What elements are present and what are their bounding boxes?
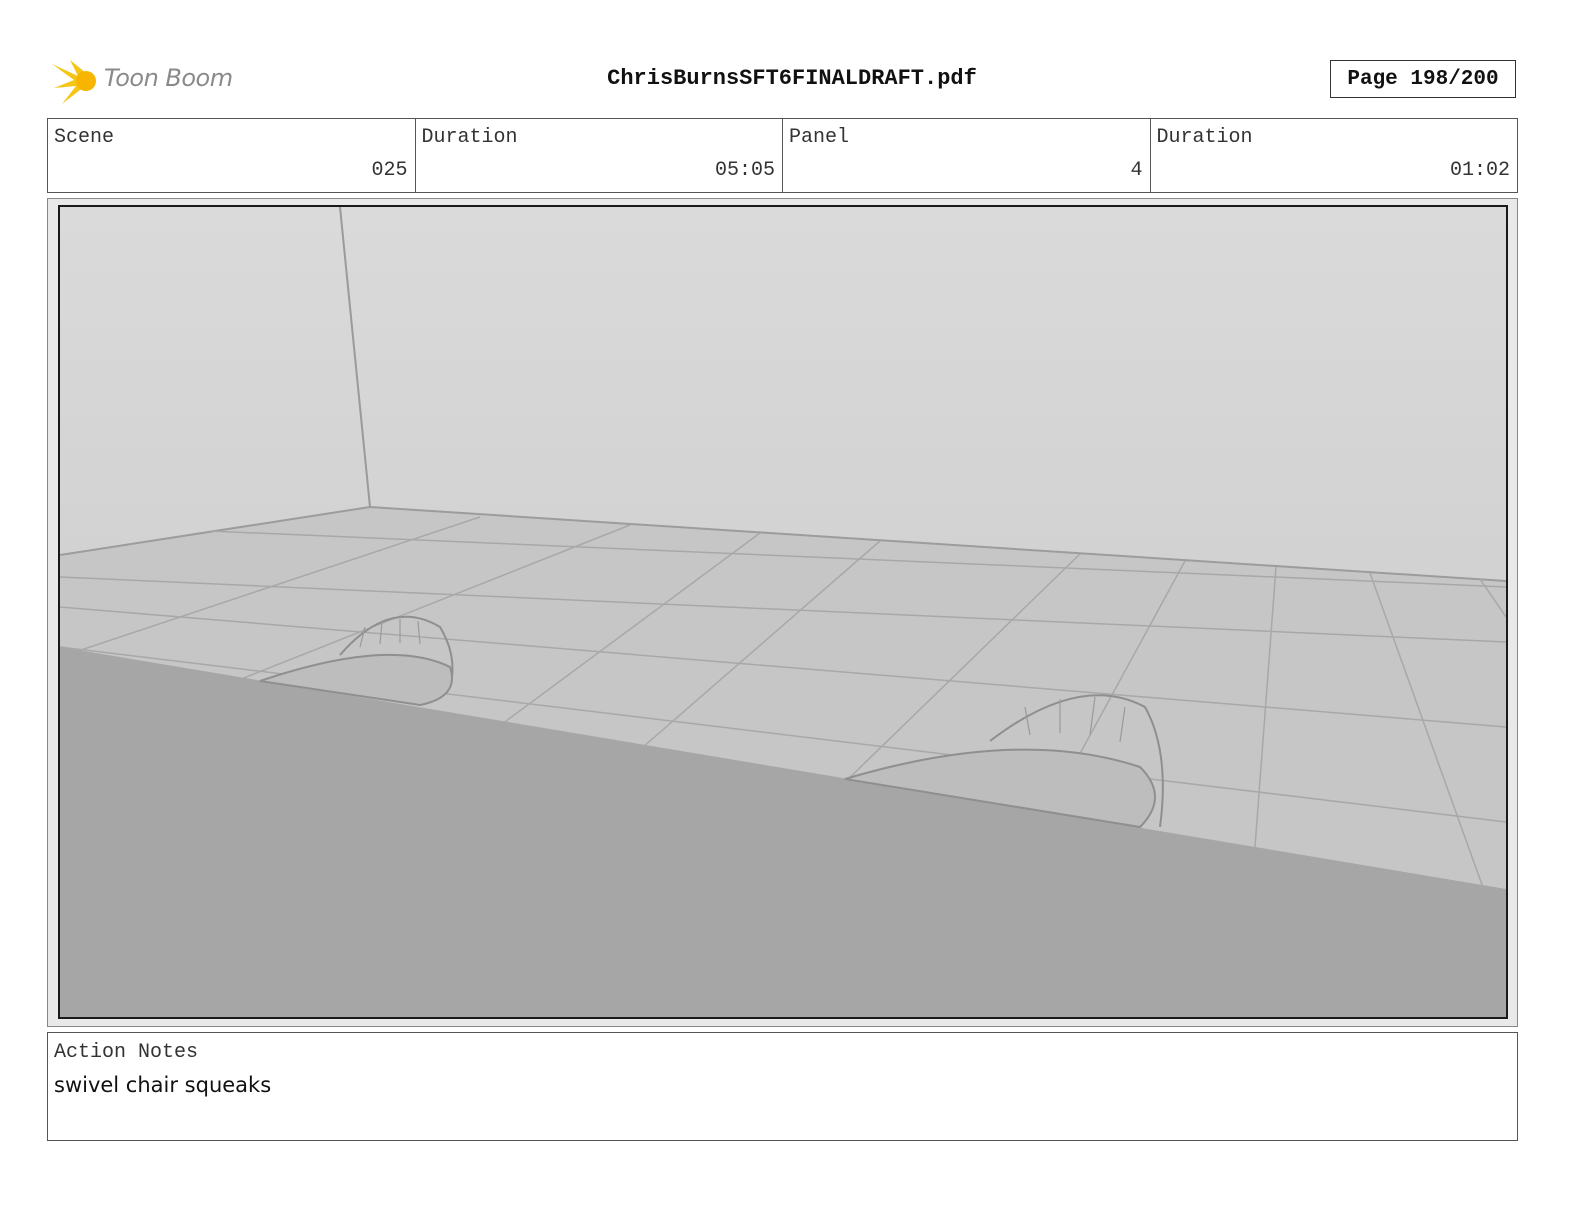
panel-sketch [60,207,1506,1017]
action-notes-text: swivel chair squeaks [54,1073,272,1097]
scene-info-table: Scene 025 Duration 05:05 Panel 4 Duratio… [47,118,1518,193]
scene-label: Scene [54,126,115,149]
panel-duration-label: Duration [1156,126,1253,149]
panel-duration-cell: Duration 01:02 [1151,119,1518,192]
panel-cell: Panel 4 [783,119,1151,192]
scene-duration-label: Duration [421,126,518,149]
page-indicator: Page 198/200 [1330,60,1516,98]
scene-duration-cell: Duration 05:05 [416,119,783,192]
scene-value: 025 [371,159,408,182]
scene-cell: Scene 025 [48,119,416,192]
panel-label: Panel [789,126,850,149]
action-notes-box: Action Notes swivel chair squeaks [47,1032,1518,1141]
storyboard-panel-image [58,205,1508,1019]
panel-duration-value: 01:02 [1449,159,1510,182]
action-notes-label: Action Notes [54,1041,199,1064]
panel-value: 4 [1130,159,1143,182]
scene-duration-value: 05:05 [714,159,775,182]
